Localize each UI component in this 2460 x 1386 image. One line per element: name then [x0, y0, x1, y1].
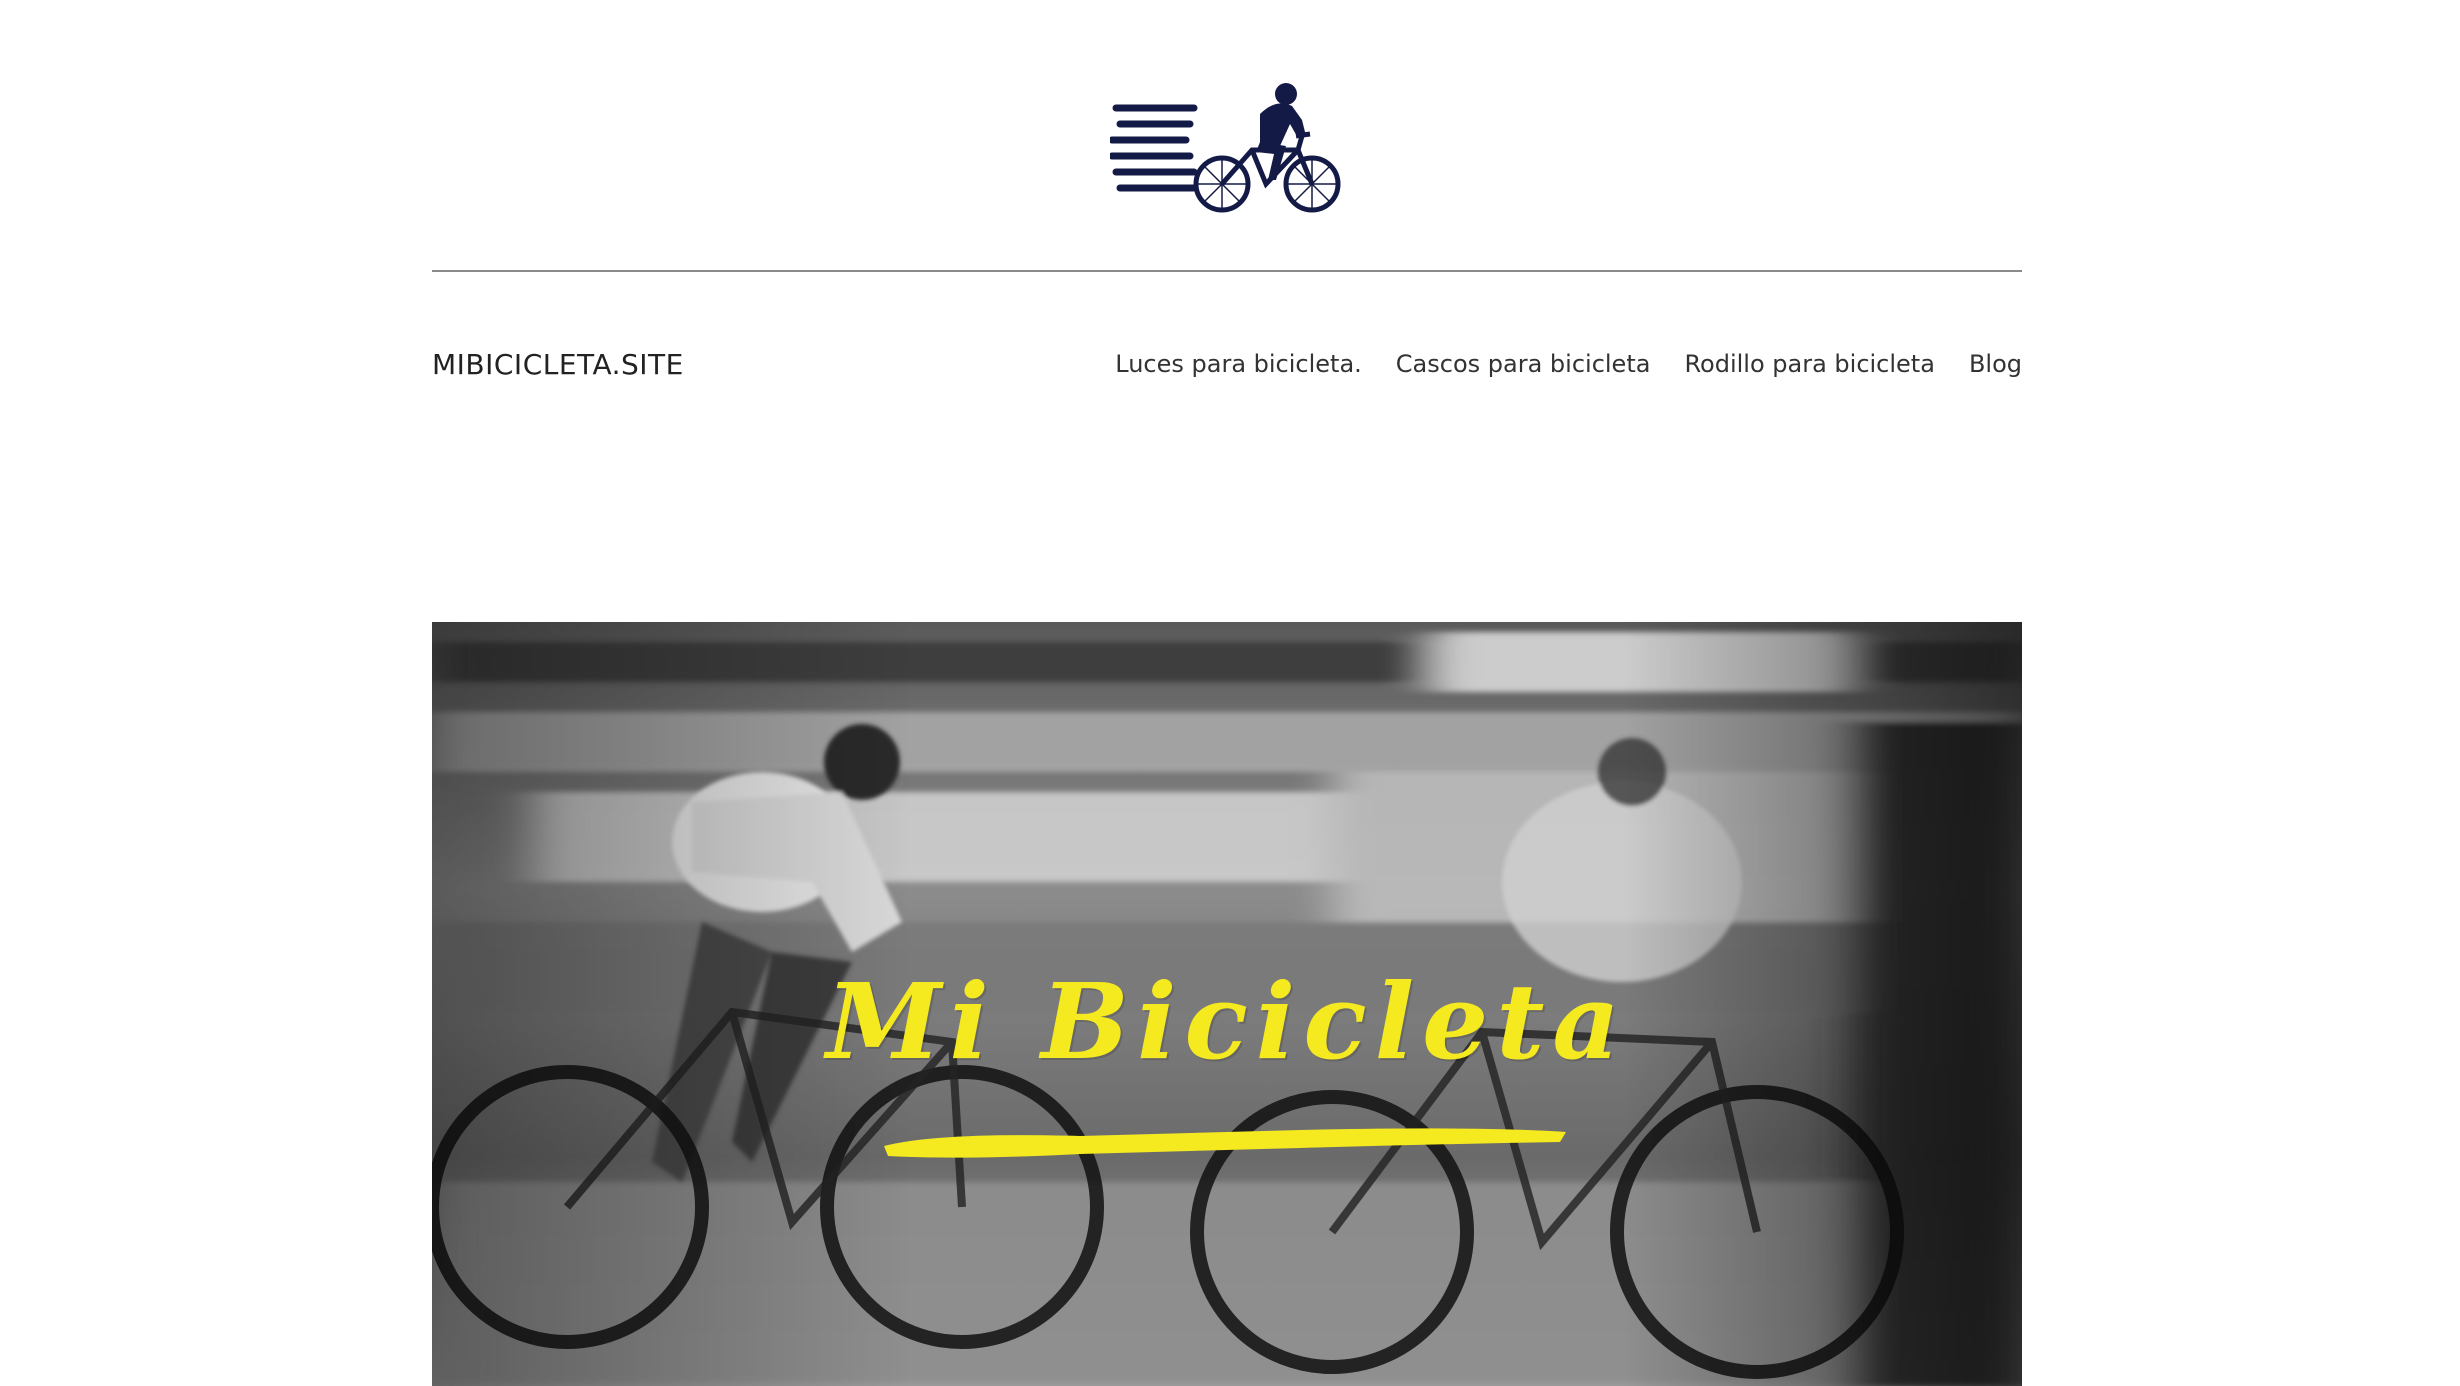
site-title-link[interactable]: MIBICICLETA.SITE [432, 348, 684, 381]
nav-item-cascos[interactable]: Cascos para bicicleta [1396, 350, 1651, 378]
site-logo[interactable] [1110, 80, 1350, 220]
nav-item-rodillo[interactable]: Rodillo para bicicleta [1684, 350, 1935, 378]
brush-underline [884, 1128, 1566, 1158]
navigation-bar: MIBICICLETA.SITE Luces para bicicleta. C… [432, 336, 2022, 392]
hero-banner: Mi Bicicleta [432, 622, 2022, 1386]
nav-item-luces[interactable]: Luces para bicicleta. [1115, 350, 1362, 378]
header-divider [432, 270, 2022, 272]
cyclist-speed-logo-icon [1110, 83, 1341, 213]
main-menu: Luces para bicicleta. Cascos para bicicl… [1115, 350, 2022, 378]
hero-title: Mi Bicicleta [826, 960, 1628, 1083]
nav-item-blog[interactable]: Blog [1969, 350, 2022, 378]
page: MIBICICLETA.SITE Luces para bicicleta. C… [0, 0, 2460, 1386]
